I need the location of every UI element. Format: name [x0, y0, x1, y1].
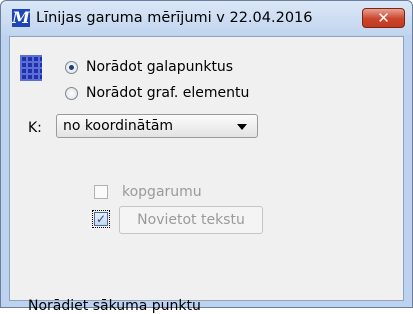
- radio-graphic-element[interactable]: Norādot graf. elementu: [65, 85, 249, 101]
- place-text-button[interactable]: Novietot tekstu: [119, 206, 263, 234]
- k-select[interactable]: no koordinātām: [56, 114, 258, 138]
- app-icon: M: [12, 8, 30, 27]
- dialog-body: Norādot galapunktus Norādot graf. elemen…: [9, 36, 404, 314]
- window-title: Līnijas garuma mērījumi v 22.04.2016: [36, 10, 313, 26]
- radio-graphic-element-label: Norādot graf. elementu: [86, 85, 250, 101]
- grid-icon: [20, 55, 42, 81]
- title-bar[interactable]: M Līnijas garuma mērījumi v 22.04.2016 ✕: [1, 1, 412, 35]
- radio-endpoints-label: Norādot galapunktus: [86, 59, 234, 75]
- kopgarumu-checkbox[interactable]: [94, 185, 108, 199]
- k-select-value: no koordinātām: [63, 118, 174, 134]
- k-label: K:: [28, 120, 42, 136]
- radio-endpoints-dot[interactable]: [65, 60, 78, 74]
- place-text-checkbox[interactable]: ✓: [94, 212, 108, 226]
- measure-window: M Līnijas garuma mērījumi v 22.04.2016 ✕…: [0, 0, 413, 314]
- close-button[interactable]: ✕: [362, 8, 405, 28]
- radio-endpoints[interactable]: Norādot galapunktus: [65, 59, 233, 75]
- radio-graphic-element-dot[interactable]: [65, 86, 78, 100]
- chevron-down-icon[interactable]: [237, 124, 247, 130]
- kopgarumu-label: kopgarumu: [122, 184, 202, 200]
- status-text: Norādiet sākuma punktu: [28, 298, 201, 314]
